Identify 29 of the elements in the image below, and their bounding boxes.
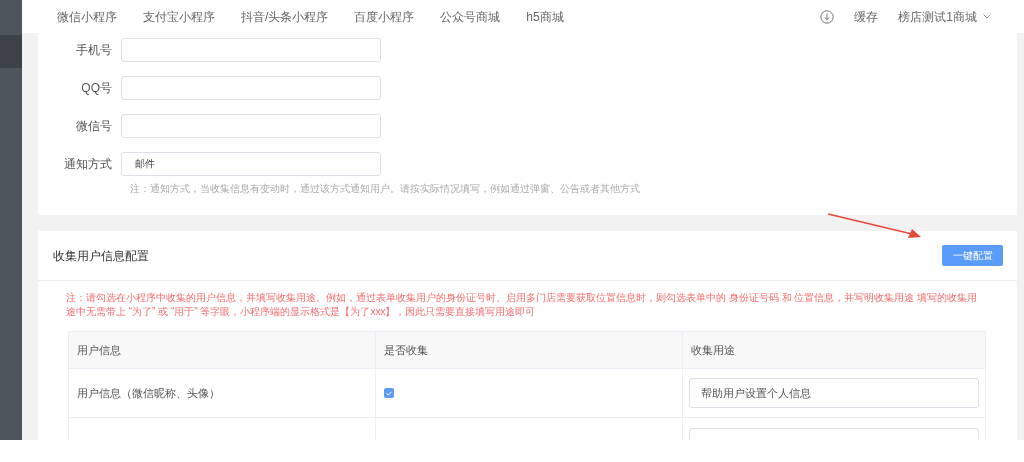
hint-text: 注：通知方式，当收集信息有变动时，通过该方式通知用户。请按实际情况填写，例如通过弹窗、公告或者其他方式 xyxy=(130,182,641,196)
note-text: 注：请勾选在小程序中收集的用户信息，并填写收集用途。例如，通过表单收集用户的身份证号时、启用多门店需要获取位置信息时，则勾选表单中的 身份证号码 和 位置信息，并写明收集用途 填写的收集用途中无需带上 “为了” 或 “用于” 等字眼，小程序端的显示格式是【为了xxx】，因此只需要直接填写用途即可 xyxy=(65,291,979,319)
store-selector[interactable]: 榜店测试1商城 xyxy=(898,7,991,26)
text-field[interactable] xyxy=(121,114,381,138)
column-header: 是否收集 xyxy=(384,342,428,358)
nav-tab[interactable]: 百度小程序 xyxy=(354,7,415,26)
checkbox[interactable] xyxy=(384,388,394,398)
column-header: 用户信息 xyxy=(77,342,121,358)
field-label: 手机号 xyxy=(75,42,113,59)
section-title: 收集用户信息配置 xyxy=(53,247,149,265)
purpose-field[interactable]: 帮助用户设置个人信息 xyxy=(689,378,979,408)
nav-tab[interactable]: 支付宝小程序 xyxy=(143,7,215,26)
nav-tab[interactable]: 公众号商城 xyxy=(440,7,501,26)
field-label: 通知方式 xyxy=(63,156,113,173)
text-field[interactable] xyxy=(121,38,381,62)
nav-tab[interactable]: 微信小程序 xyxy=(57,7,117,26)
check-icon xyxy=(386,390,392,396)
text-field[interactable]: 邮件 xyxy=(121,152,381,176)
sidebar-item[interactable] xyxy=(0,35,22,68)
cache-link[interactable]: 缓存 xyxy=(854,7,879,26)
table-cell-text: 用户信息（微信昵称、头像） xyxy=(77,385,220,401)
text-field[interactable] xyxy=(121,76,381,100)
download-icon[interactable] xyxy=(820,9,835,24)
field-label: QQ号 xyxy=(80,80,113,97)
nav-tab[interactable]: h5商城 xyxy=(526,7,564,26)
chevron-down-icon xyxy=(983,14,991,19)
field-label: 微信号 xyxy=(75,118,113,135)
column-header: 收集用途 xyxy=(691,342,735,358)
nav-tab[interactable]: 抖音/头条小程序 xyxy=(241,7,329,26)
